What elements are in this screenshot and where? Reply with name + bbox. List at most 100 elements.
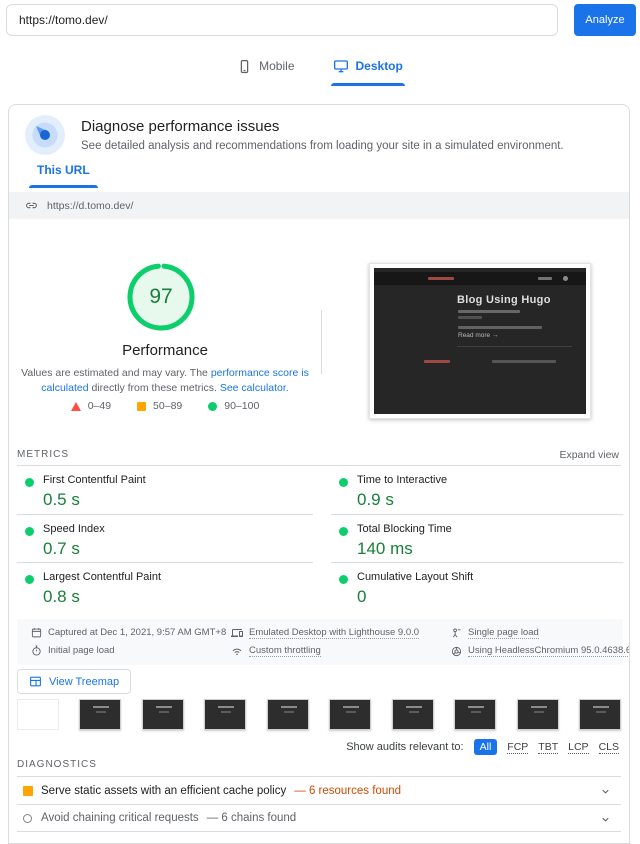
tab-this-url[interactable]: This URL bbox=[29, 163, 98, 189]
pass-dot-icon bbox=[339, 478, 348, 487]
runtime-browser-text[interactable]: Using HeadlessChromium 95.0.4638.69 with… bbox=[468, 645, 630, 657]
desktop-monitor-icon bbox=[333, 58, 349, 74]
site-logo-placeholder bbox=[428, 277, 454, 280]
runtime-settings-box: Captured at Dec 1, 2021, 9:57 AM GMT+8 I… bbox=[17, 619, 623, 665]
diagnostic-detail: — 6 chains found bbox=[207, 812, 297, 824]
site-excerpt-placeholder bbox=[458, 326, 542, 329]
runtime-initial-load: Initial page load bbox=[31, 645, 115, 656]
final-screenshot: Blog Using Hugo Read more → bbox=[369, 263, 591, 419]
filmstrip-frame bbox=[517, 699, 559, 730]
filmstrip-frame bbox=[454, 699, 496, 730]
tested-url: https://d.tomo.dev/ bbox=[47, 200, 133, 212]
runtime-page-load-text[interactable]: Single page load bbox=[468, 627, 539, 639]
tab-mobile-label: Mobile bbox=[259, 59, 294, 73]
score-disclaimer: Values are estimated and may vary. The p… bbox=[21, 366, 309, 396]
site-tag-placeholder bbox=[458, 316, 482, 319]
filmstrip-frame bbox=[17, 699, 59, 730]
tab-desktop[interactable]: Desktop bbox=[333, 58, 403, 88]
filmstrip-frame bbox=[142, 699, 184, 730]
pass-dot-icon bbox=[339, 575, 348, 584]
devices-icon bbox=[231, 627, 243, 639]
runtime-throttling-text[interactable]: Custom throttling bbox=[249, 645, 321, 657]
wifi-icon bbox=[231, 645, 243, 657]
site-footer-text-placeholder bbox=[492, 360, 556, 363]
diagnostic-row-critical-requests[interactable]: Avoid chaining critical requests — 6 cha… bbox=[17, 804, 621, 832]
site-meta-placeholder bbox=[458, 310, 520, 313]
disclaimer-text: Values are estimated and may vary. The bbox=[21, 367, 211, 379]
expand-view-link[interactable]: Expand view bbox=[559, 449, 619, 461]
calendar-icon bbox=[31, 627, 42, 638]
vertical-divider bbox=[321, 310, 322, 374]
site-preview-header bbox=[374, 272, 586, 285]
pass-dot-icon bbox=[339, 527, 348, 536]
metrics-column-left: First Contentful Paint 0.5 s Speed Index… bbox=[17, 466, 313, 610]
legend-fail-range: 0–49 bbox=[88, 400, 111, 412]
diagnostics-heading: DIAGNOSTICS bbox=[17, 759, 97, 770]
page-load-icon bbox=[451, 628, 462, 639]
filmstrip-frame bbox=[267, 699, 309, 730]
legend-average: 50–89 bbox=[137, 400, 182, 412]
metric-value: 0.8 s bbox=[43, 587, 313, 607]
warning-square-icon bbox=[23, 786, 33, 796]
site-divider bbox=[457, 346, 572, 347]
chevron-down-icon[interactable] bbox=[600, 814, 611, 825]
runtime-browser: Using HeadlessChromium 95.0.4638.69 with… bbox=[451, 645, 630, 657]
legend-fail: 0–49 bbox=[71, 400, 111, 412]
analyze-button[interactable]: Analyze bbox=[574, 4, 636, 36]
legend-pass-range: 90–100 bbox=[224, 400, 259, 412]
see-calculator-link[interactable]: See calculator. bbox=[220, 382, 289, 394]
performance-score-value: 97 bbox=[126, 262, 196, 332]
runtime-emulated-device-text[interactable]: Emulated Desktop with Lighthouse 9.0.0 bbox=[249, 627, 419, 639]
filmstrip-frame bbox=[392, 699, 434, 730]
site-preview: Blog Using Hugo Read more → bbox=[374, 268, 586, 414]
metric-total-blocking-time: Total Blocking Time 140 ms bbox=[331, 514, 623, 562]
metric-cumulative-layout-shift: Cumulative Layout Shift 0 bbox=[331, 562, 623, 610]
site-preview-title: Blog Using Hugo bbox=[457, 294, 551, 306]
device-tabs: Mobile Desktop bbox=[0, 58, 640, 88]
diagnostic-row-cache-policy[interactable]: Serve static assets with an efficient ca… bbox=[17, 776, 621, 804]
url-input[interactable] bbox=[6, 4, 558, 36]
metrics-heading: METRICS bbox=[17, 449, 69, 460]
audit-chip-lcp[interactable]: LCP bbox=[568, 741, 588, 754]
tab-mobile[interactable]: Mobile bbox=[237, 58, 294, 88]
metric-label: Cumulative Layout Shift bbox=[357, 571, 623, 583]
metric-label: Total Blocking Time bbox=[357, 523, 623, 535]
chrome-icon bbox=[451, 646, 462, 657]
audit-chip-tbt[interactable]: TBT bbox=[538, 741, 558, 754]
legend-average-range: 50–89 bbox=[153, 400, 182, 412]
metric-value: 140 ms bbox=[357, 539, 623, 559]
legend-pass: 90–100 bbox=[208, 400, 259, 412]
runtime-initial-load-text: Initial page load bbox=[48, 645, 115, 656]
metric-label: First Contentful Paint bbox=[43, 474, 313, 486]
tab-desktop-label: Desktop bbox=[356, 59, 403, 73]
treemap-icon bbox=[29, 675, 42, 688]
pass-circle-icon bbox=[208, 402, 217, 411]
performance-gauge-icon bbox=[25, 115, 65, 155]
pass-dot-icon bbox=[25, 527, 34, 536]
score-legend: 0–49 50–89 90–100 bbox=[9, 400, 321, 412]
metric-time-to-interactive: Time to Interactive 0.9 s bbox=[331, 466, 623, 514]
audit-chip-cls[interactable]: CLS bbox=[599, 741, 619, 754]
chevron-down-icon[interactable] bbox=[600, 786, 611, 797]
metric-label: Speed Index bbox=[43, 523, 313, 535]
metric-label: Largest Contentful Paint bbox=[43, 571, 313, 583]
audit-filter: Show audits relevant to: All FCP TBT LCP… bbox=[346, 739, 619, 755]
diagnostic-detail: — 6 resources found bbox=[294, 785, 401, 797]
metric-first-contentful-paint: First Contentful Paint 0.5 s bbox=[17, 466, 313, 514]
section-title: Diagnose performance issues bbox=[81, 118, 279, 135]
runtime-throttling: Custom throttling bbox=[231, 645, 321, 657]
audit-chip-fcp[interactable]: FCP bbox=[507, 741, 528, 754]
runtime-emulated-device: Emulated Desktop with Lighthouse 9.0.0 bbox=[231, 627, 419, 639]
metric-value: 0.5 s bbox=[43, 490, 313, 510]
metric-value: 0.7 s bbox=[43, 539, 313, 559]
metric-largest-contentful-paint: Largest Contentful Paint 0.8 s bbox=[17, 562, 313, 610]
site-read-more-label: Read more → bbox=[458, 332, 498, 339]
audit-chip-all[interactable]: All bbox=[474, 739, 498, 755]
metric-value: 0.9 s bbox=[357, 490, 623, 510]
view-treemap-button[interactable]: View Treemap bbox=[17, 669, 131, 694]
metrics-column-right: Time to Interactive 0.9 s Total Blocking… bbox=[331, 466, 623, 610]
performance-score-gauge: 97 bbox=[126, 262, 196, 332]
disclaimer-text: directly from these metrics. bbox=[89, 382, 220, 394]
metric-speed-index: Speed Index 0.7 s bbox=[17, 514, 313, 562]
fail-triangle-icon bbox=[71, 402, 81, 411]
